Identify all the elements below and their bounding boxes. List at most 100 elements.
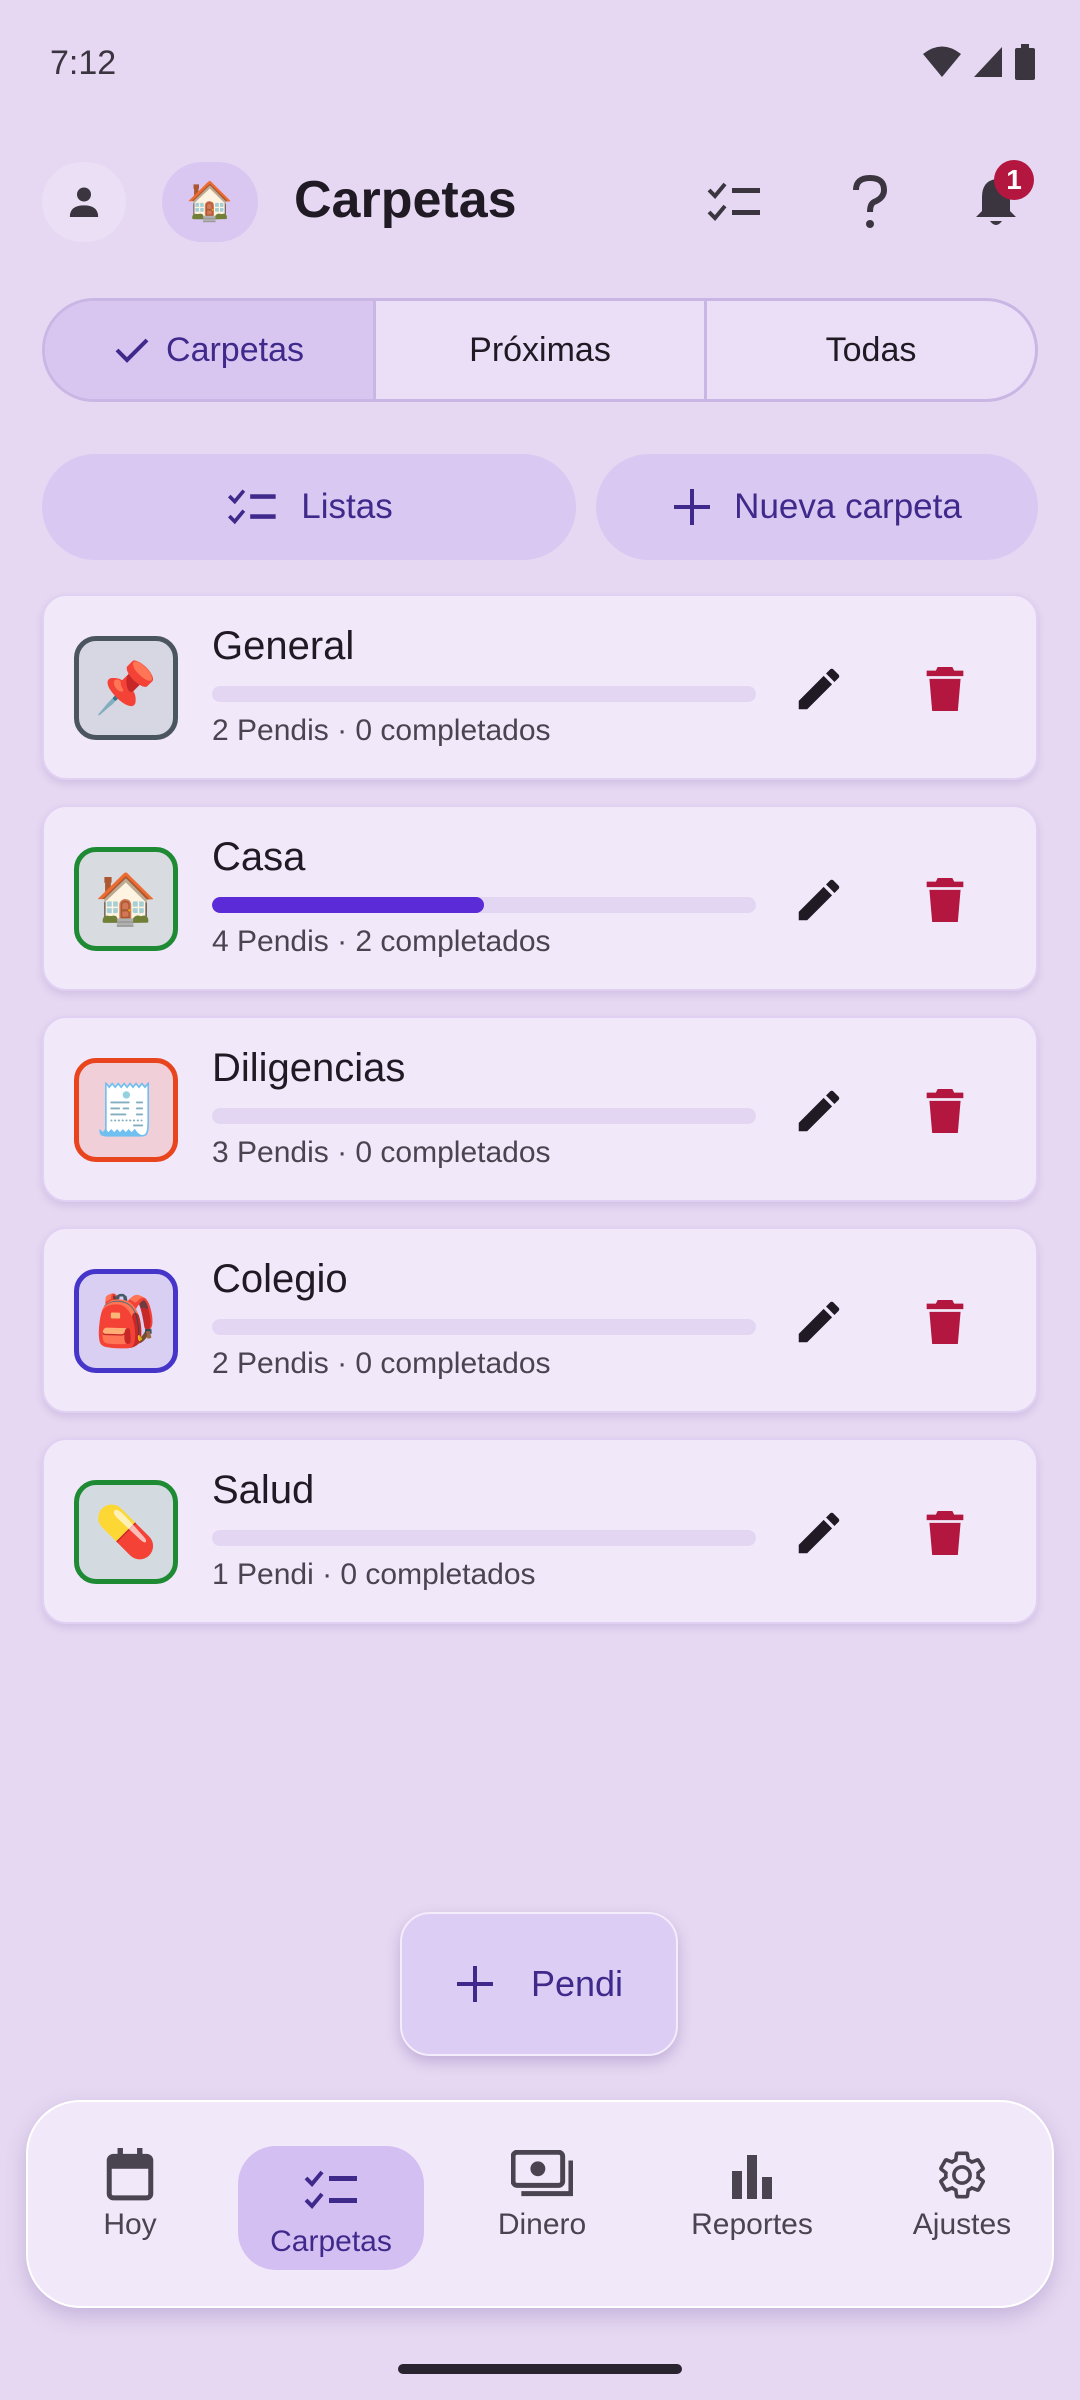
new-folder-button[interactable]: Nueva carpeta <box>596 454 1038 560</box>
folder-emoji-icon: 🏠 <box>74 847 178 951</box>
house-icon: 🏠 <box>94 870 158 927</box>
delete-folder-button[interactable] <box>910 865 980 935</box>
delete-folder-button[interactable] <box>910 1076 980 1146</box>
signal-icon <box>974 47 1002 77</box>
folder-name: Salud <box>212 1468 315 1512</box>
status-icons <box>922 44 1036 80</box>
nav-item-dinero[interactable]: Dinero <box>452 2142 632 2272</box>
folder-progress-bar <box>212 1530 756 1546</box>
house-emoji-icon: 🏠 <box>186 181 234 223</box>
person-icon <box>69 187 99 217</box>
pencil-icon <box>798 1301 840 1343</box>
home-indicator[interactable] <box>398 2364 682 2374</box>
folder-list: 📌 General 2 Pendis · 0 completados 🏠 Cas… <box>42 594 1038 1649</box>
plus-icon <box>674 489 711 525</box>
backpack-icon: 🎒 <box>94 1292 158 1349</box>
trash-icon <box>926 1089 964 1133</box>
receipt-icon: 🧾 <box>94 1081 158 1138</box>
lists-button-label: Listas <box>301 487 393 526</box>
folder-card-colegio[interactable]: 🎒 Colegio 2 Pendis · 0 completados <box>42 1227 1038 1413</box>
fab-label: Pendi <box>530 1963 624 2004</box>
plus-icon <box>456 1966 493 2002</box>
trash-icon <box>926 667 964 711</box>
folder-progress-bar <box>212 897 756 913</box>
folder-stats: 1 Pendi · 0 completados <box>212 1558 536 1591</box>
notification-badge: 1 <box>994 160 1034 200</box>
top-app-bar: 🏠 Carpetas 1 <box>0 160 1080 244</box>
edit-folder-button[interactable] <box>784 1498 854 1568</box>
progress-fill <box>212 897 484 913</box>
folder-stats: 4 Pendis · 2 completados <box>212 925 551 958</box>
folder-name: Casa <box>212 835 306 879</box>
folder-selector-button[interactable]: 🏠 <box>162 162 258 242</box>
help-button[interactable] <box>840 172 900 232</box>
nav-label: Carpetas <box>270 2225 392 2258</box>
folder-emoji-icon: 📌 <box>74 636 178 740</box>
wifi-icon <box>923 46 961 77</box>
tab-label: Todas <box>825 330 917 369</box>
pencil-icon <box>798 668 840 710</box>
page-title: Carpetas <box>294 171 517 229</box>
delete-folder-button[interactable] <box>910 1287 980 1357</box>
delete-folder-button[interactable] <box>910 1498 980 1568</box>
pencil-icon <box>798 1090 840 1132</box>
nav-item-carpetas[interactable]: Carpetas <box>238 2146 424 2270</box>
tab-label: Carpetas <box>166 330 304 369</box>
lists-button[interactable]: Listas <box>42 454 576 560</box>
profile-button[interactable] <box>42 162 126 242</box>
pencil-icon <box>798 879 840 921</box>
folder-progress-bar <box>212 1108 756 1124</box>
checklist-icon <box>707 182 760 221</box>
folder-stats: 2 Pendis · 0 completados <box>212 714 551 747</box>
checklist-button[interactable] <box>704 172 764 232</box>
check-icon <box>115 338 149 363</box>
edit-folder-button[interactable] <box>784 1287 854 1357</box>
gear-icon <box>939 2151 985 2199</box>
action-row: Listas Nueva carpeta <box>42 454 1038 560</box>
status-bar: 7:12 <box>0 0 1080 130</box>
nav-label: Dinero <box>497 2208 587 2241</box>
help-icon <box>853 174 888 228</box>
folder-stats: 3 Pendis · 0 completados <box>212 1136 551 1169</box>
folder-progress-bar <box>212 1319 756 1335</box>
pill-icon: 💊 <box>94 1503 158 1560</box>
tab-carpetas[interactable]: Carpetas <box>45 301 376 399</box>
add-pendi-fab[interactable]: Pendi <box>400 1912 678 2056</box>
folder-name: Colegio <box>212 1257 348 1301</box>
delete-folder-button[interactable] <box>910 654 980 724</box>
nav-item-ajustes[interactable]: Ajustes <box>872 2142 1052 2272</box>
nav-item-reportes[interactable]: Reportes <box>662 2142 842 2272</box>
bottom-navigation: Hoy Carpetas Dinero Reportes Ajustes <box>26 2100 1054 2308</box>
pencil-icon <box>798 1512 840 1554</box>
bar-chart-icon <box>732 2155 772 2199</box>
checklist-icon <box>304 2170 357 2209</box>
notifications-button[interactable]: 1 <box>966 160 1034 232</box>
folder-card-general[interactable]: 📌 General 2 Pendis · 0 completados <box>42 594 1038 780</box>
edit-folder-button[interactable] <box>784 654 854 724</box>
calendar-icon <box>106 2148 154 2201</box>
new-folder-label: Nueva carpeta <box>734 487 962 526</box>
trash-icon <box>926 878 964 922</box>
folder-emoji-icon: 🧾 <box>74 1058 178 1162</box>
folder-card-casa[interactable]: 🏠 Casa 4 Pendis · 2 completados <box>42 805 1038 991</box>
folder-emoji-icon: 🎒 <box>74 1269 178 1373</box>
folder-card-diligencias[interactable]: 🧾 Diligencias 3 Pendis · 0 completados <box>42 1016 1038 1202</box>
nav-label: Hoy <box>103 2208 157 2241</box>
view-segmented-control: Carpetas Próximas Todas <box>42 298 1038 402</box>
trash-icon <box>926 1300 964 1344</box>
folder-card-salud[interactable]: 💊 Salud 1 Pendi · 0 completados <box>42 1438 1038 1624</box>
tab-proximas[interactable]: Próximas <box>376 301 707 399</box>
folder-emoji-icon: 💊 <box>74 1480 178 1584</box>
folder-name: Diligencias <box>212 1046 406 1090</box>
folder-name: General <box>212 624 355 668</box>
edit-folder-button[interactable] <box>784 865 854 935</box>
nav-item-hoy[interactable]: Hoy <box>40 2142 220 2272</box>
nav-label: Ajustes <box>912 2208 1012 2241</box>
folder-stats: 2 Pendis · 0 completados <box>212 1347 551 1380</box>
edit-folder-button[interactable] <box>784 1076 854 1146</box>
status-time: 7:12 <box>50 44 117 82</box>
folder-progress-bar <box>212 686 756 702</box>
pushpin-icon: 📌 <box>94 659 158 716</box>
tab-todas[interactable]: Todas <box>707 301 1035 399</box>
money-icon <box>511 2150 573 2197</box>
